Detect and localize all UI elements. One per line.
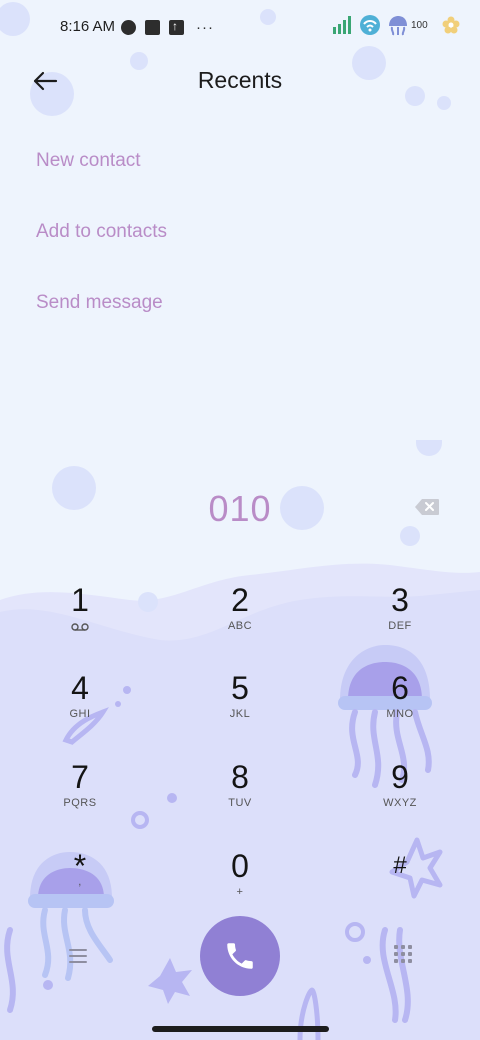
signal-icon (333, 16, 351, 34)
upload-status-icon (169, 19, 184, 35)
battery-level: 100 (411, 19, 428, 31)
key-4[interactable]: 4 GHI (20, 670, 140, 740)
key-letters: DEF (388, 620, 412, 632)
more-dots-icon: ··· (196, 19, 214, 36)
phone-icon (227, 943, 253, 969)
wifi-icon (360, 15, 380, 35)
add-to-contacts-option[interactable]: Add to contacts (36, 221, 167, 243)
key-letters: PQRS (63, 797, 97, 809)
key-digit: 4 (71, 670, 89, 706)
key-6[interactable]: 6 MNO (340, 670, 460, 740)
status-icons-right: 100 (331, 14, 460, 36)
key-2[interactable]: 2 ABC (180, 582, 300, 652)
key-letters: GHI (69, 708, 91, 720)
key-digit: 8 (231, 759, 249, 795)
key-digit: 0 (231, 848, 249, 884)
key-digit: 1 (71, 582, 89, 618)
status-icons-left: ··· (121, 19, 214, 36)
bubble (138, 592, 158, 612)
key-letters: JKL (229, 708, 251, 720)
key-3[interactable]: 3 DEF (340, 582, 460, 652)
backspace-icon[interactable] (414, 498, 440, 516)
key-hash[interactable]: # (340, 848, 460, 918)
menu-icon[interactable] (66, 944, 90, 968)
key-digit: 5 (231, 670, 249, 706)
keypad-icon[interactable] (391, 942, 415, 966)
new-contact-option[interactable]: New contact (36, 150, 141, 172)
key-digit: 2 (231, 582, 249, 618)
key-9[interactable]: 9 WXYZ (340, 759, 460, 829)
key-7[interactable]: 7 PQRS (20, 759, 140, 829)
key-digit: 3 (391, 582, 409, 618)
bubble (416, 440, 442, 456)
key-letters: , (78, 876, 82, 888)
key-5[interactable]: 5 JKL (180, 670, 300, 740)
key-letters: WXYZ (383, 797, 417, 809)
key-digit: 6 (391, 670, 409, 706)
bubble (437, 96, 451, 110)
key-star[interactable]: * , (20, 848, 140, 918)
send-message-option[interactable]: Send message (36, 292, 163, 314)
voicemail-icon (71, 623, 89, 631)
dialed-number: 010 (208, 488, 272, 529)
key-0[interactable]: 0 + (180, 848, 300, 918)
key-letters: + (236, 886, 244, 898)
key-letters: MNO (386, 708, 414, 720)
battery-icon (389, 16, 407, 36)
key-digit: 7 (71, 759, 89, 795)
square-status-icon (145, 20, 160, 35)
call-button[interactable] (200, 916, 280, 996)
key-letters: ABC (227, 620, 253, 632)
key-1[interactable]: 1 (20, 582, 140, 652)
key-digit: # (393, 852, 407, 879)
page-title: Recents (197, 67, 283, 93)
home-indicator[interactable] (152, 1026, 329, 1032)
status-time: 8:16 AM (60, 18, 116, 35)
key-8[interactable]: 8 TUV (180, 759, 300, 829)
key-letters: TUV (228, 797, 252, 809)
status-bar: 8:16 AM ··· 100 (0, 0, 480, 56)
key-digit: 9 (391, 759, 409, 795)
circle-status-icon (121, 20, 136, 35)
flower-icon (442, 16, 460, 34)
